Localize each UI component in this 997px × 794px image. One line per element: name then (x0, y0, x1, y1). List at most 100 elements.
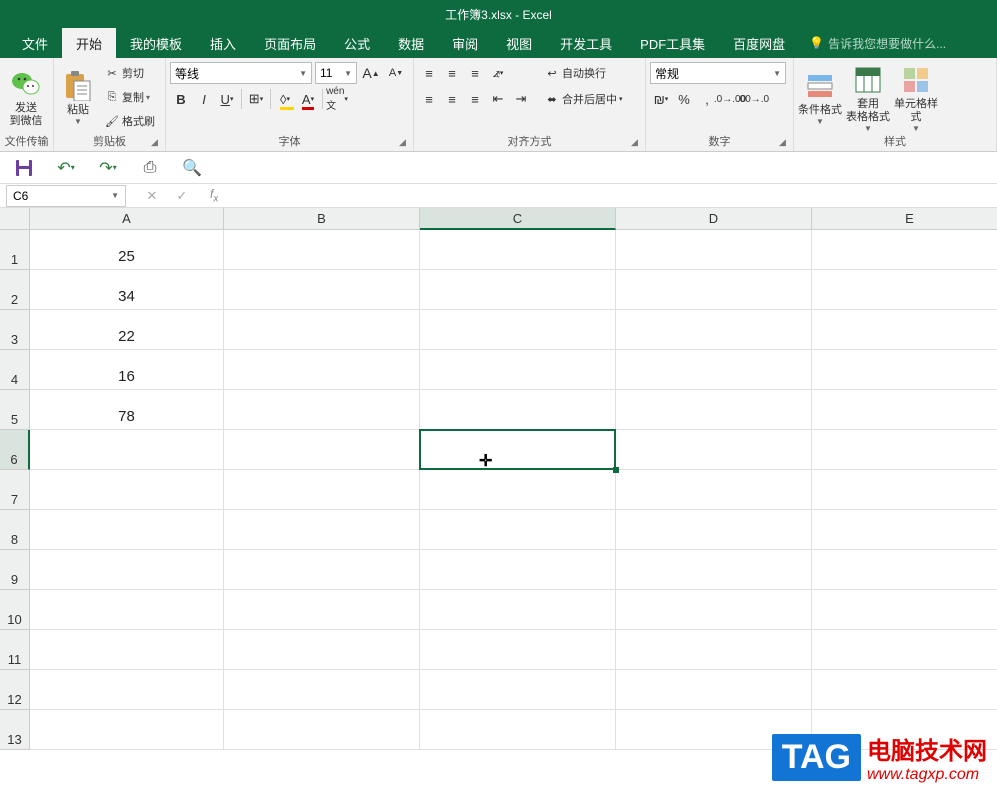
cell[interactable] (420, 590, 616, 630)
cell[interactable] (420, 550, 616, 590)
tab-data[interactable]: 数据 (384, 28, 438, 58)
column-header[interactable]: B (224, 208, 420, 230)
cell[interactable] (616, 550, 812, 590)
cell[interactable] (224, 310, 420, 350)
paste-button[interactable]: 粘贴 ▼ (58, 62, 98, 134)
cell[interactable] (224, 550, 420, 590)
cell[interactable] (30, 710, 224, 750)
cell[interactable] (616, 310, 812, 350)
row-header[interactable]: 2 (0, 270, 30, 310)
table-format-button[interactable]: 套用表格格式 ▼ (846, 62, 890, 134)
cell[interactable] (812, 630, 997, 670)
fill-handle[interactable] (613, 467, 619, 473)
align-middle-button[interactable]: ≡ (441, 62, 463, 84)
cell[interactable]: 22 (30, 310, 224, 350)
cell[interactable] (616, 470, 812, 510)
tab-layout[interactable]: 页面布局 (250, 28, 330, 58)
cell[interactable] (224, 630, 420, 670)
align-top-button[interactable]: ≡ (418, 62, 440, 84)
cell[interactable] (224, 430, 420, 470)
row-header[interactable]: 6 (0, 430, 30, 470)
cell[interactable] (30, 630, 224, 670)
tab-view[interactable]: 视图 (492, 28, 546, 58)
cancel-formula-button[interactable]: ✕ (142, 186, 162, 206)
row-header[interactable]: 4 (0, 350, 30, 390)
cell-styles-button[interactable]: 单元格样式 ▼ (894, 62, 938, 134)
accept-formula-button[interactable]: ✓ (172, 186, 192, 206)
number-dialog-launcher[interactable]: ◢ (779, 137, 791, 149)
qat-btn-1[interactable]: ⎙ (138, 156, 162, 180)
cell[interactable] (30, 590, 224, 630)
cell[interactable] (812, 510, 997, 550)
cell[interactable] (616, 630, 812, 670)
accounting-format-button[interactable]: ₪▾ (650, 88, 672, 110)
tab-baidu[interactable]: 百度网盘 (719, 28, 799, 58)
cell[interactable] (812, 550, 997, 590)
decrease-decimal-button[interactable]: .00→.0 (742, 88, 764, 110)
cell[interactable] (30, 670, 224, 710)
cell[interactable] (812, 390, 997, 430)
align-right-button[interactable]: ≡ (464, 88, 486, 110)
cell[interactable] (224, 270, 420, 310)
row-header[interactable]: 13 (0, 710, 30, 750)
select-all-corner[interactable] (0, 208, 30, 230)
column-header[interactable]: A (30, 208, 224, 230)
font-dialog-launcher[interactable]: ◢ (399, 137, 411, 149)
tab-formulas[interactable]: 公式 (330, 28, 384, 58)
fx-icon[interactable]: fx (210, 187, 218, 204)
wrap-text-button[interactable]: ↩自动换行 (542, 62, 625, 84)
font-size-combo[interactable]: 11▼ (315, 62, 357, 84)
cell[interactable] (812, 590, 997, 630)
cell[interactable] (224, 710, 420, 750)
number-format-combo[interactable]: 常规▼ (650, 62, 786, 84)
cell[interactable] (420, 270, 616, 310)
row-header[interactable]: 10 (0, 590, 30, 630)
tab-insert[interactable]: 插入 (196, 28, 250, 58)
cell[interactable] (812, 310, 997, 350)
cell[interactable] (812, 470, 997, 510)
font-color-button[interactable]: A▾ (297, 88, 319, 110)
cell[interactable] (224, 510, 420, 550)
cell[interactable] (420, 510, 616, 550)
cell[interactable] (616, 670, 812, 710)
cell[interactable] (30, 470, 224, 510)
row-header[interactable]: 1 (0, 230, 30, 270)
cell[interactable] (224, 390, 420, 430)
row-header[interactable]: 8 (0, 510, 30, 550)
cell[interactable] (420, 630, 616, 670)
cell[interactable] (812, 270, 997, 310)
redo-button[interactable]: ↷ ▾ (96, 156, 120, 180)
save-button[interactable] (12, 156, 36, 180)
undo-button[interactable]: ↶ ▾ (54, 156, 78, 180)
tab-pdf[interactable]: PDF工具集 (626, 28, 719, 58)
qat-btn-2[interactable]: 🔍 (180, 156, 204, 180)
cell[interactable]: 16 (30, 350, 224, 390)
copy-button[interactable]: ⎘复制 ▾ (102, 86, 157, 108)
cell[interactable]: 25 (30, 230, 224, 270)
conditional-format-button[interactable]: 条件格式 ▼ (798, 62, 842, 134)
send-to-wechat-button[interactable]: 发送到微信 (4, 62, 48, 134)
cell[interactable] (30, 510, 224, 550)
cell[interactable] (812, 350, 997, 390)
format-painter-button[interactable]: 🖌格式刷 (102, 110, 157, 132)
cell[interactable] (616, 350, 812, 390)
align-left-button[interactable]: ≡ (418, 88, 440, 110)
cell[interactable] (224, 470, 420, 510)
decrease-font-button[interactable]: A▼ (385, 62, 407, 84)
cell[interactable] (616, 230, 812, 270)
column-header[interactable]: D (616, 208, 812, 230)
align-bottom-button[interactable]: ≡ (464, 62, 486, 84)
cell[interactable] (420, 310, 616, 350)
cell[interactable] (420, 350, 616, 390)
orientation-button[interactable]: ⦨▾ (487, 62, 509, 84)
row-header[interactable]: 5 (0, 390, 30, 430)
percent-button[interactable]: % (673, 88, 695, 110)
cell[interactable] (224, 350, 420, 390)
name-box[interactable]: C6 ▼ (6, 185, 126, 207)
tab-review[interactable]: 审阅 (438, 28, 492, 58)
bold-button[interactable]: B (170, 88, 192, 110)
cell[interactable] (224, 670, 420, 710)
cell[interactable] (616, 430, 812, 470)
tab-templates[interactable]: 我的模板 (116, 28, 196, 58)
cell[interactable]: 78 (30, 390, 224, 430)
